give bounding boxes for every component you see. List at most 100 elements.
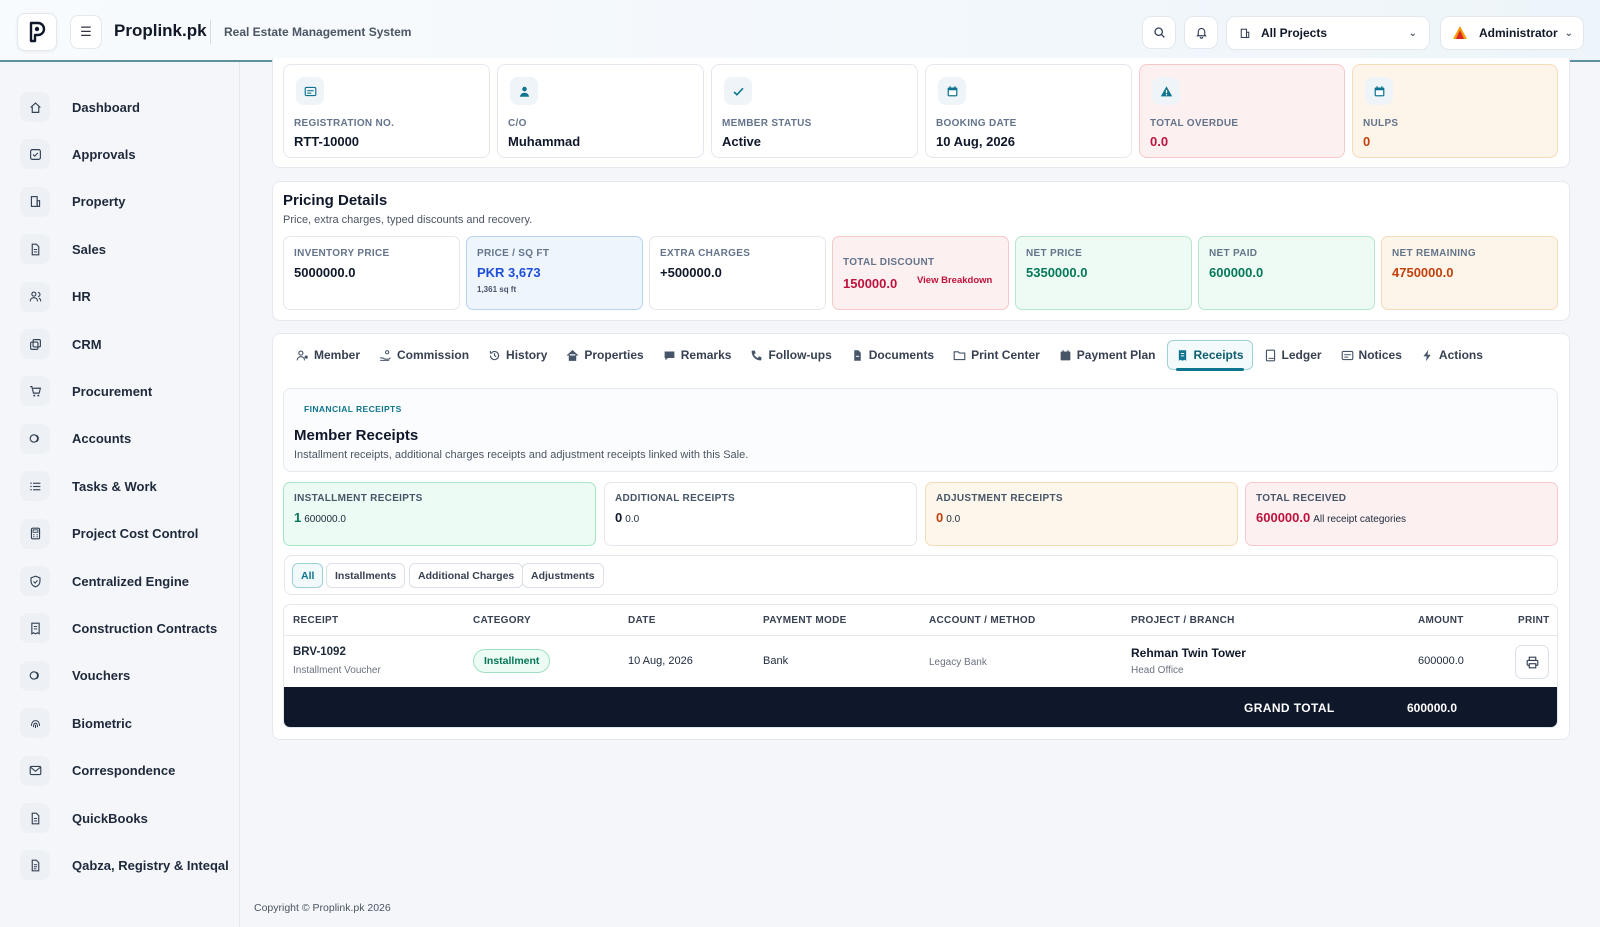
additional-receipts-count: 0 xyxy=(615,510,623,525)
total-discount-label: TOTAL DISCOUNT xyxy=(843,257,935,268)
sidebar-item-accounts[interactable]: Accounts xyxy=(20,419,230,459)
receipt-filters: All Installments Additional Charges Adju… xyxy=(284,555,1558,595)
sidebar-item-vouchers[interactable]: Vouchers xyxy=(20,656,230,696)
column-header-date: DATE xyxy=(628,615,656,626)
sidebar-item-construction-contracts[interactable]: Construction Contracts xyxy=(20,608,230,648)
net-price-label: NET PRICE xyxy=(1026,248,1083,259)
receipts-table: RECEIPT CATEGORY DATE PAYMENT MODE ACCOU… xyxy=(283,604,1558,728)
sidebar-item-label: Project Cost Control xyxy=(72,526,199,542)
tab-label: Follow-ups xyxy=(768,348,832,362)
file-text-icon xyxy=(31,859,39,872)
search-button[interactable] xyxy=(1142,16,1176,49)
tab-ledger[interactable]: Ledger xyxy=(1256,340,1330,370)
summary-value: RTT-10000 xyxy=(294,134,360,149)
user-menu[interactable]: Administrator ⌄ xyxy=(1440,16,1584,50)
sidebar-item-hr[interactable]: HR xyxy=(20,277,230,317)
filter-installments[interactable]: Installments xyxy=(326,563,406,588)
extra-charges-label: EXTRA CHARGES xyxy=(660,248,751,259)
summary-member-status: MEMBER STATUS Active xyxy=(711,64,918,158)
tab-label: Commission xyxy=(397,348,470,362)
sidebar-item-sales[interactable]: Sales xyxy=(20,229,230,269)
print-button[interactable] xyxy=(1515,645,1549,679)
adjustment-receipts-count: 0 xyxy=(936,510,944,525)
sidebar-item-property[interactable]: Property xyxy=(20,182,230,222)
sidebar-item-label: CRM xyxy=(72,336,102,352)
pricing-subtitle: Price, extra charges, typed discounts an… xyxy=(283,214,533,226)
project-select[interactable]: All Projects ⌄ xyxy=(1226,16,1430,50)
total-received-amount: 600000.0 xyxy=(1256,510,1311,525)
tab-remarks[interactable]: Remarks xyxy=(655,340,740,370)
sidebar-item-tasks-work[interactable]: Tasks & Work xyxy=(20,466,230,506)
filter-adjustments[interactable]: Adjustments xyxy=(522,563,604,588)
sidebar-item-label: Approvals xyxy=(72,146,136,162)
net-price-value: 5350000.0 xyxy=(1026,265,1088,280)
top-bar: ☰ Proplink.pk Real Estate Management Sys… xyxy=(0,0,1600,62)
sidebar-item-centralized-engine[interactable]: Centralized Engine xyxy=(20,561,230,601)
tab-receipts[interactable]: Receipts xyxy=(1166,340,1253,371)
sidebar-item-qabza-registry-inteqal[interactable]: Qabza, Registry & Inteqal xyxy=(20,845,230,885)
tab-properties[interactable]: Properties xyxy=(558,340,651,370)
home-icon xyxy=(29,101,41,113)
receipt-date: 10 Aug, 2026 xyxy=(628,655,693,667)
sidebar-item-biometric[interactable]: Biometric xyxy=(20,703,230,743)
sidebar-item-approvals[interactable]: Approvals xyxy=(20,134,230,174)
sidebar-item-quickbooks[interactable]: QuickBooks xyxy=(20,798,230,838)
notice-icon xyxy=(1341,350,1353,360)
filter-additional-charges[interactable]: Additional Charges xyxy=(409,563,524,588)
summary-registration-no: REGISTRATION NO. RTT-10000 xyxy=(283,64,490,158)
tab-commission[interactable]: Commission xyxy=(371,340,477,370)
view-breakdown-link[interactable]: View Breakdown xyxy=(917,275,992,286)
summary-nulps: NULPS 0 xyxy=(1352,64,1558,158)
notifications-button[interactable] xyxy=(1184,16,1218,49)
sidebar-item-label: Accounts xyxy=(72,431,132,447)
calendar-icon xyxy=(1060,349,1071,360)
column-header-account: ACCOUNT / METHOD xyxy=(929,615,1036,626)
detail-tabs: Member Commission History Properties Remarks… xyxy=(288,339,1494,371)
tab-member[interactable]: Member xyxy=(288,340,368,370)
tab-follow-ups[interactable]: Follow-ups xyxy=(742,340,839,370)
receipts-eyebrow: FINANCIAL RECEIPTS xyxy=(304,404,402,414)
list-icon xyxy=(29,482,40,491)
sidebar-item-label: QuickBooks xyxy=(72,810,148,826)
book-icon xyxy=(1265,349,1275,361)
sidebar-item-procurement[interactable]: Procurement xyxy=(20,371,230,411)
tab-print-center[interactable]: Print Center xyxy=(945,340,1048,370)
receipt-type: Installment Voucher xyxy=(293,665,381,676)
sidebar-item-correspondence[interactable]: Correspondence xyxy=(20,751,230,791)
sidebar-item-crm[interactable]: CRM xyxy=(20,324,230,364)
account-method: Legacy Bank xyxy=(929,657,987,668)
additional-receipts-amount: 0.0 xyxy=(625,514,640,525)
building-icon xyxy=(1240,28,1250,39)
summary-label: REGISTRATION NO. xyxy=(294,118,395,129)
sidebar-item-label: Centralized Engine xyxy=(72,573,190,589)
tab-history[interactable]: History xyxy=(480,340,555,370)
sidebar-item-label: Qabza, Registry & Inteqal xyxy=(72,857,229,873)
summary-label: NULPS xyxy=(1363,118,1399,129)
tab-label: Properties xyxy=(584,348,644,362)
tab-payment-plan[interactable]: Payment Plan xyxy=(1051,340,1164,370)
tab-label: Payment Plan xyxy=(1076,348,1156,362)
column-header-project: PROJECT / BRANCH xyxy=(1131,615,1235,626)
receipts-subtitle: Installment receipts, additional charges… xyxy=(294,449,749,461)
sidebar-item-project-cost-control[interactable]: Project Cost Control xyxy=(20,514,230,554)
menu-toggle-button[interactable]: ☰ xyxy=(70,15,102,49)
adjustment-receipts-box: ADJUSTMENT RECEIPTS 0 0.0 xyxy=(925,482,1238,546)
net-paid-value: 600000.0 xyxy=(1209,265,1264,280)
total-received-label: TOTAL RECEIVED xyxy=(1256,493,1347,504)
net-remaining-value: 4750000.0 xyxy=(1392,265,1454,280)
tab-documents[interactable]: Documents xyxy=(843,340,942,370)
search-icon xyxy=(1153,27,1165,38)
folder-icon xyxy=(953,350,966,360)
tab-actions[interactable]: Actions xyxy=(1413,340,1491,370)
logo[interactable] xyxy=(17,13,57,51)
inventory-price-label: INVENTORY PRICE xyxy=(294,248,390,259)
id-card-icon xyxy=(304,86,316,96)
grand-total-value: 600000.0 xyxy=(1407,701,1458,715)
net-paid-label: NET PAID xyxy=(1209,248,1258,259)
total-discount-box: TOTAL DISCOUNT 150000.0 View Breakdown xyxy=(832,236,1009,310)
tab-notices[interactable]: Notices xyxy=(1333,340,1410,370)
filter-all[interactable]: All xyxy=(292,563,324,588)
sidebar-item-dashboard[interactable]: Dashboard xyxy=(20,87,230,127)
extra-charges-box: EXTRA CHARGES +500000.0 xyxy=(649,236,826,310)
branch-name: Head Office xyxy=(1131,665,1184,676)
